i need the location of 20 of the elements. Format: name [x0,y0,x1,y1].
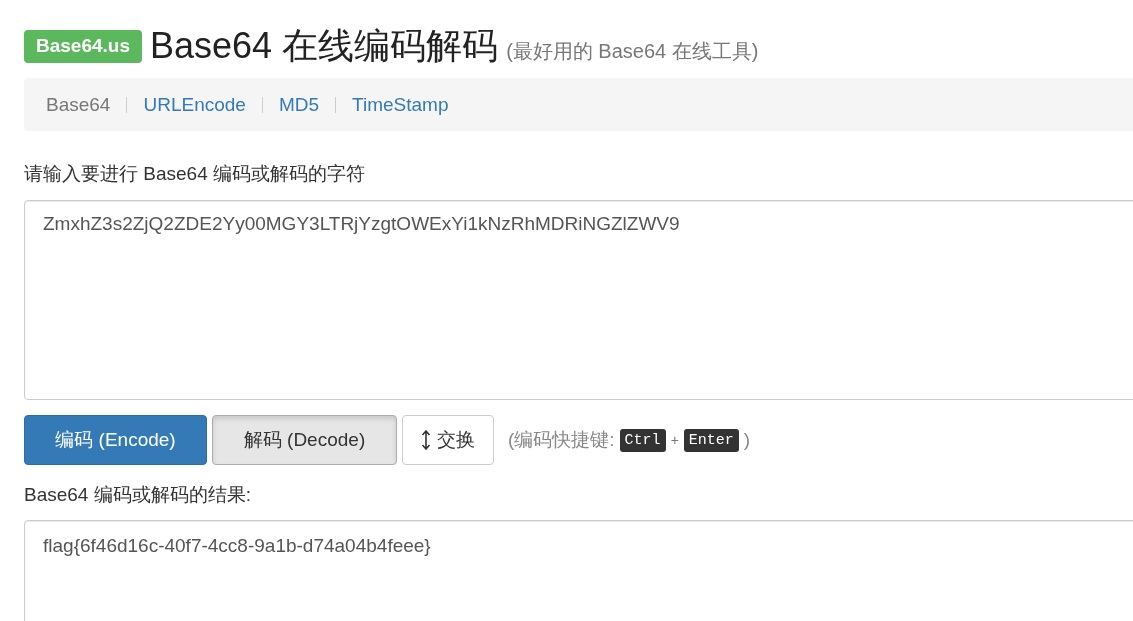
input-label: 请输入要进行 Base64 编码或解码的字符 [24,162,366,186]
page-title: Base64 在线编码解码 [150,24,499,68]
nav-link[interactable]: MD5 [278,93,320,116]
key-label: Enter [683,428,739,452]
encode-button[interactable]: 编码 (Encode) [24,415,207,465]
result-label: Base64 编码或解码的结果: [24,483,252,507]
closing-paren: ) [743,429,751,451]
nav-link[interactable]: URLEncode [143,93,246,116]
input-field[interactable]: ZmxhZ3s2ZjQ2ZDE2Yy00MGY3LTRjYzgtOWExYi1kNzRhMDRiNGZlZWV9 [24,200,1133,400]
result-field[interactable]: flag{6f46d16c-40f7-4cc8-9a1b-d74a04b4feee} [24,520,1133,621]
nav-link[interactable]: TimeStamp [352,93,449,116]
up-down-arrow-icon [421,430,431,450]
decode-button[interactable]: 解码 (Decode) [212,415,397,465]
page-subtitle: (最好用的 Base64 在线工具) [506,39,759,64]
nav-link[interactable]: Base64 [46,93,111,116]
plus-sign: + [670,432,679,448]
site-badge[interactable]: Base64.us [24,30,142,63]
shortcut-hint: (编码快捷键: [508,428,615,452]
key-label: Ctrl [619,428,666,452]
swap-button[interactable]: 交换 [402,415,494,465]
